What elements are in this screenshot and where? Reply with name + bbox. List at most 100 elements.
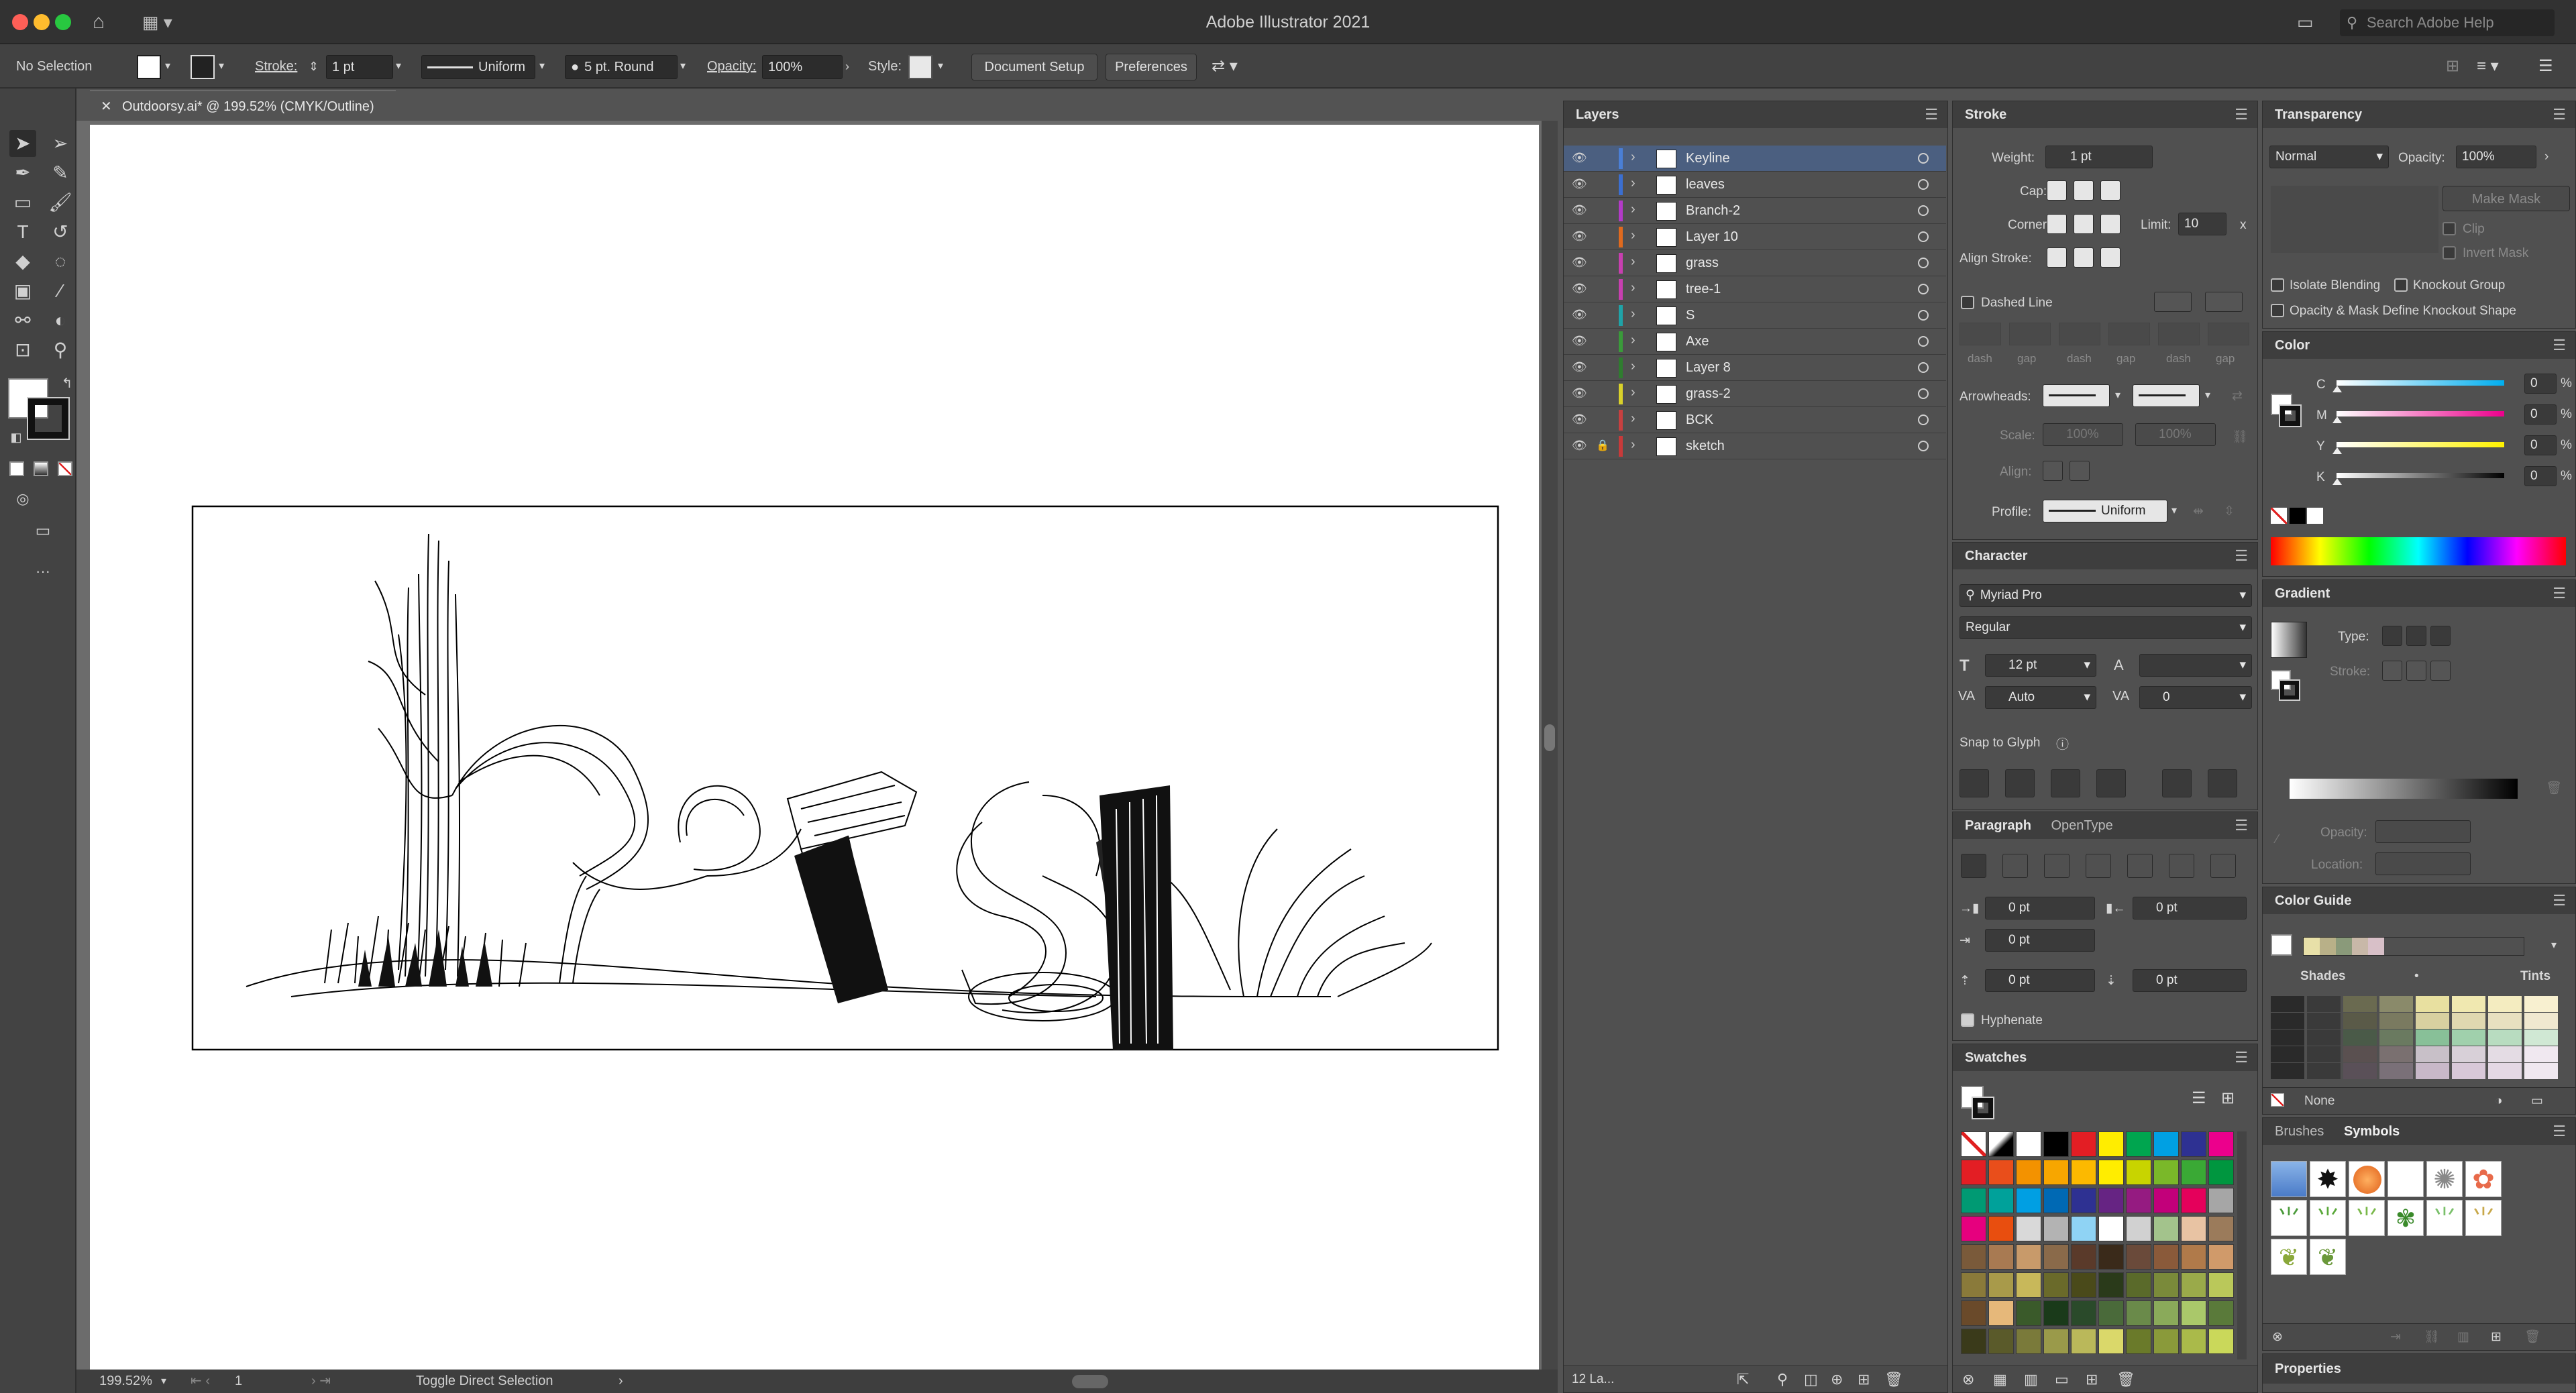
space-after-input[interactable]: 0 pt <box>2133 969 2247 992</box>
guide-swatch[interactable] <box>2307 1029 2341 1046</box>
guide-none-icon[interactable] <box>2271 1093 2284 1107</box>
expand-layer-chevron-icon[interactable]: › <box>1631 254 1635 270</box>
color-swatch[interactable] <box>2071 1160 2096 1185</box>
symbol-grass-5[interactable]: ⺌ <box>2465 1200 2502 1236</box>
layer-name[interactable]: S <box>1686 302 1695 329</box>
color-swatch[interactable] <box>1988 1216 2014 1241</box>
layer-target-icon[interactable] <box>1918 284 1929 294</box>
stroke-weight-dropdown-icon[interactable]: ▾ <box>396 44 401 89</box>
color-swatch[interactable] <box>2126 1216 2151 1241</box>
guide-swatch[interactable] <box>2524 1029 2558 1046</box>
vertical-scrollbar[interactable] <box>1542 121 1558 1370</box>
swatch-libraries-icon[interactable]: ⊗ <box>1962 1366 1974 1393</box>
color-swatch[interactable] <box>2126 1272 2151 1298</box>
layer-name[interactable]: leaves <box>1686 172 1725 198</box>
opacity-field[interactable]: 100% <box>762 55 843 79</box>
color-swatch[interactable] <box>2181 1131 2206 1157</box>
paragraph-tab[interactable]: Paragraph <box>1965 818 2031 833</box>
color-swatch[interactable] <box>2043 1300 2069 1326</box>
color-panel-menu-icon[interactable]: ☰ <box>2553 332 2566 359</box>
graphic-style-swatch[interactable] <box>908 55 932 79</box>
knockout-group-checkbox[interactable] <box>2394 278 2408 292</box>
left-indent-input[interactable]: 0 pt <box>1985 897 2095 920</box>
layer-target-icon[interactable] <box>1918 441 1929 451</box>
layer-name[interactable]: Branch-2 <box>1686 198 1740 224</box>
color-swatch[interactable] <box>2043 1160 2069 1185</box>
round-cap-icon[interactable] <box>2074 180 2094 201</box>
symbol-options-icon[interactable]: ▥ <box>2457 1324 2469 1351</box>
opentype-tab[interactable]: OpenType <box>2051 818 2113 833</box>
profile-dropdown-icon[interactable]: ▾ <box>2171 504 2177 517</box>
guide-swatch[interactable] <box>2416 1029 2449 1046</box>
expand-layer-chevron-icon[interactable]: › <box>1631 176 1635 191</box>
expand-layer-chevron-icon[interactable]: › <box>1631 202 1635 217</box>
harmony-swatch[interactable] <box>2336 938 2352 955</box>
panel-toggle-icon[interactable]: ▭ <box>2297 0 2314 44</box>
gradient-location-input[interactable] <box>2375 852 2471 875</box>
eraser-tool-icon[interactable]: ◆ <box>9 248 36 275</box>
color-swatch[interactable] <box>2126 1244 2151 1270</box>
guide-color-wheel-icon[interactable]: ◑ <box>2495 1088 2502 1115</box>
color-swatch[interactable] <box>2208 1160 2234 1185</box>
color-swatch[interactable] <box>2016 1329 2041 1354</box>
preferences-button[interactable]: Preferences <box>1106 54 1197 80</box>
new-color-group-icon[interactable]: ▭ <box>2055 1366 2069 1393</box>
guide-swatch[interactable] <box>2379 1063 2413 1079</box>
snap-baseline-icon[interactable] <box>1960 769 1989 797</box>
stroke-dropdown-icon[interactable]: ▾ <box>219 44 224 89</box>
dash-align-icon[interactable] <box>2205 292 2243 312</box>
color-swatch[interactable] <box>2208 1329 2234 1354</box>
gradient-mode-icon[interactable] <box>34 461 48 476</box>
guide-swatch[interactable] <box>2343 1013 2377 1029</box>
search-help-input[interactable]: ⚲ Search Adobe Help <box>2340 9 2555 36</box>
guide-swatch[interactable] <box>2488 1029 2522 1046</box>
layer-row[interactable]: 👁 › grass-2 <box>1564 381 1946 407</box>
snap-info-icon[interactable]: ⓘ <box>2056 734 2069 753</box>
guide-swatch[interactable] <box>2343 996 2377 1012</box>
profile-dropdown-icon[interactable]: ▾ <box>539 44 545 89</box>
new-sublayer-icon[interactable]: ⊕ <box>1831 1366 1843 1393</box>
none-swatch[interactable] <box>1961 1131 1986 1157</box>
color-swatch[interactable] <box>2153 1188 2179 1213</box>
harmony-dropdown-icon[interactable]: ▾ <box>2551 938 2557 952</box>
snap-angular-icon[interactable] <box>2162 769 2192 797</box>
color-swatch[interactable] <box>1961 1188 1986 1213</box>
color-swatch[interactable] <box>2153 1244 2179 1270</box>
arrow-start-scale-input[interactable]: 100% <box>2043 423 2123 446</box>
swap-arrowheads-icon[interactable]: ⇄ <box>2232 388 2243 404</box>
guide-swatch[interactable] <box>2488 1063 2522 1079</box>
symbol-libraries-icon[interactable]: ⊗ <box>2272 1324 2283 1351</box>
color-spectrum[interactable] <box>2271 537 2566 565</box>
artwork-outline[interactable] <box>90 125 1539 1370</box>
gradient-tool-icon[interactable]: ▣ <box>9 278 36 304</box>
stroke-profile-select[interactable]: Uniform <box>2043 500 2167 522</box>
arrowhead-end-select[interactable] <box>2133 384 2200 407</box>
color-swatch[interactable] <box>2016 1131 2041 1157</box>
layer-row[interactable]: 👁 › Layer 10 <box>1564 224 1946 250</box>
layer-name[interactable]: tree-1 <box>1686 276 1721 302</box>
stroke-weight-field[interactable]: 1 pt <box>326 55 393 79</box>
guide-swatch[interactable] <box>2452 1013 2485 1029</box>
align-icon[interactable]: ⊞ <box>2446 44 2459 89</box>
layer-name[interactable]: sketch <box>1686 433 1725 459</box>
symbol-grass-1[interactable]: ⺌ <box>2271 1200 2307 1236</box>
artboard[interactable] <box>90 125 1539 1370</box>
layer-row[interactable]: 👁 › Branch-2 <box>1564 198 1946 224</box>
color-swatch[interactable] <box>1988 1244 2014 1270</box>
color-swatch[interactable] <box>2016 1188 2041 1213</box>
color-swatch[interactable] <box>1988 1329 2014 1354</box>
artboard-tool-icon[interactable]: ⊡ <box>9 337 36 364</box>
snap-anchor-icon[interactable] <box>2208 769 2237 797</box>
justify-all-icon[interactable] <box>2210 854 2236 878</box>
miter-limit-input[interactable]: 10 <box>2178 213 2226 235</box>
brush-definition[interactable]: ● 5 pt. Round <box>565 55 678 79</box>
fill-dropdown-icon[interactable]: ▾ <box>165 44 170 89</box>
align-outside-icon[interactable] <box>2100 247 2121 268</box>
selection-tool-icon[interactable]: ➤ <box>9 130 36 157</box>
expand-layer-chevron-icon[interactable]: › <box>1631 307 1635 322</box>
kerning-input[interactable]: Auto ▾ <box>1985 686 2096 709</box>
color-swatch[interactable] <box>2153 1272 2179 1298</box>
color-swatch[interactable] <box>2098 1216 2124 1241</box>
guide-swatch[interactable] <box>2379 996 2413 1012</box>
style-dropdown-icon[interactable]: ▾ <box>938 44 943 89</box>
